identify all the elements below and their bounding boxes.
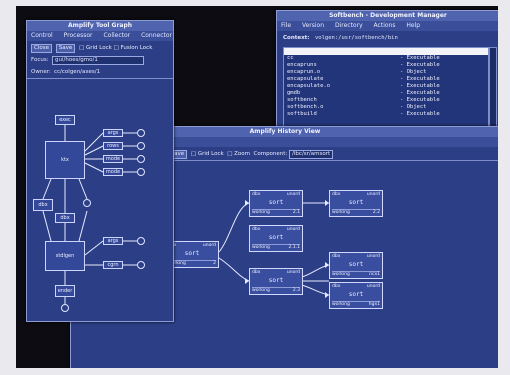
history-node-d[interactable]: dbx unord sort working 2.3: [249, 268, 303, 295]
tool-node-dbx-mid[interactable]: dbx: [55, 213, 75, 223]
port-circle-icon: [137, 129, 145, 137]
tool-node-stdlgen[interactable]: stdlgen: [45, 241, 85, 271]
list-item[interactable]: cc - Executable: [284, 55, 488, 62]
menu-actions[interactable]: Actions: [374, 22, 396, 29]
tool-node-main[interactable]: ktx: [45, 141, 85, 179]
port-circle-icon: [137, 155, 145, 163]
menu-directory[interactable]: Directory: [335, 22, 363, 29]
list-item[interactable]: softbench.o - Object: [284, 104, 488, 111]
history-node-a[interactable]: dbx unord sort working 2.1: [249, 190, 303, 217]
context-node[interactable]: cgrn: [103, 261, 123, 269]
tool-node-exec[interactable]: exec: [55, 115, 75, 125]
context-node[interactable]: mode: [103, 168, 123, 176]
port-circle-icon: [137, 237, 145, 245]
context-node[interactable]: mode: [103, 155, 123, 163]
context-node[interactable]: args: [103, 237, 123, 245]
context-node[interactable]: rows: [103, 142, 123, 150]
history-node-e[interactable]: dbx unord sort working ncx1: [329, 252, 383, 279]
tool-node-ender[interactable]: ender: [55, 285, 75, 297]
port-circle-icon: [61, 304, 69, 312]
monitor-screen: Softbench - Development Manager File Ver…: [16, 6, 498, 368]
list-item[interactable]: encapruns - Executable: [284, 62, 488, 69]
history-node-f[interactable]: dbx unord sort working hgx1: [329, 282, 383, 309]
context-label: Context:: [283, 35, 310, 41]
list-item[interactable]: [284, 48, 488, 55]
development-manager-window: Softbench - Development Manager File Ver…: [276, 10, 498, 142]
list-item[interactable]: encapsulate - Executable: [284, 76, 488, 83]
menu-version[interactable]: Version: [302, 22, 324, 29]
port-circle-icon: [137, 261, 145, 269]
devmgr-menubar: File Version Directory Actions Help: [277, 21, 498, 31]
menu-file[interactable]: File: [281, 22, 291, 29]
port-circle-icon: [83, 199, 91, 207]
devmgr-titlebar[interactable]: Softbench - Development Manager: [277, 11, 498, 21]
port-circle-icon: [137, 168, 145, 176]
list-item[interactable]: softbuild - Executable: [284, 111, 488, 118]
history-node-c[interactable]: dbx unord sort working 2.1.1: [249, 225, 303, 252]
menu-help[interactable]: Help: [406, 22, 420, 29]
port-circle-icon: [137, 142, 145, 150]
file-list-scrollbar[interactable]: [489, 47, 497, 133]
list-item[interactable]: softbench - Executable: [284, 97, 488, 104]
list-item[interactable]: encapsulate.o - Executable: [284, 83, 488, 90]
context-node[interactable]: args: [103, 129, 123, 137]
context-value[interactable]: volgen:/usr/softbench/bin: [315, 35, 398, 41]
file-list[interactable]: cc - Executable encapruns - Executable enc…: [283, 47, 489, 133]
history-node-b[interactable]: dbx unord sort working 2.2: [329, 190, 383, 217]
list-item[interactable]: gmdb - Executable: [284, 90, 488, 97]
tool-graph-window: Amplify Tool Graph Control Processor Col…: [26, 20, 174, 322]
tool-node-dbx-left[interactable]: dbx: [33, 199, 53, 211]
list-item[interactable]: encaprun.o - Object: [284, 69, 488, 76]
